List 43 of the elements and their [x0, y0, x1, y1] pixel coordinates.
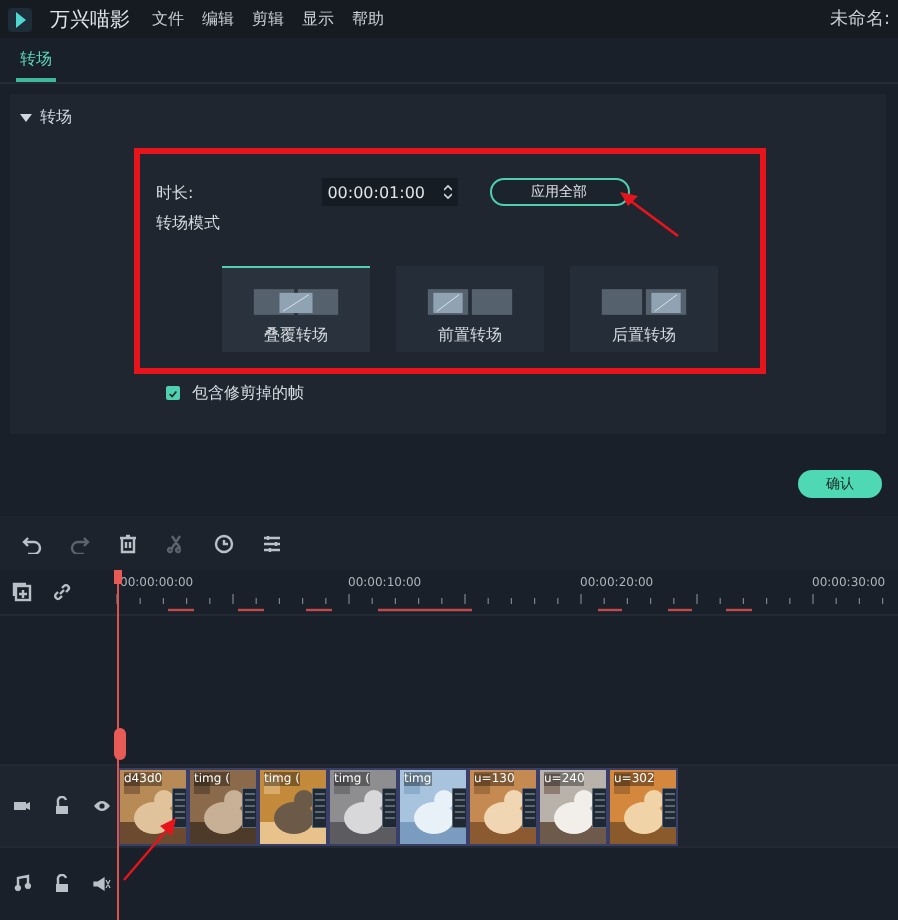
app-name: 万兴喵影 — [50, 7, 130, 33]
transition-icon[interactable] — [592, 787, 606, 827]
transition-mode-option[interactable]: 后置转场 — [570, 266, 718, 352]
add-track-icon[interactable] — [12, 582, 32, 602]
logo-icon — [8, 7, 32, 31]
menu-item[interactable]: 显示 — [302, 8, 334, 30]
transition-mode-option[interactable]: 前置转场 — [396, 266, 544, 352]
transition-icon[interactable] — [522, 787, 536, 827]
project-name: 未命名: — [829, 7, 890, 32]
caret-icon — [20, 111, 32, 123]
menu-item[interactable]: 文件 — [152, 8, 184, 30]
checkbox[interactable] — [166, 386, 180, 400]
trash-icon[interactable] — [118, 533, 138, 553]
scissors-icon[interactable] — [166, 533, 186, 553]
link-icon[interactable] — [52, 582, 72, 602]
transition-icon[interactable] — [382, 787, 396, 827]
annotation-arrow — [120, 816, 180, 884]
tab[interactable]: 转场 — [16, 38, 56, 82]
menu-item[interactable]: 编辑 — [202, 8, 234, 30]
transition-icon[interactable] — [452, 787, 466, 827]
menu-item[interactable]: 剪辑 — [252, 8, 284, 30]
transition-icon[interactable] — [662, 787, 676, 827]
lock-icon[interactable] — [52, 796, 72, 816]
mode-label: 转场模式 — [156, 212, 220, 234]
stepper-icon[interactable] — [443, 184, 452, 200]
duration-label: 时长: — [156, 181, 194, 203]
undo-icon[interactable] — [22, 533, 42, 553]
checkbox-label: 包含修剪掉的帧 — [192, 382, 304, 404]
annotation-arrow — [616, 188, 684, 240]
duration-field[interactable]: 00:00:01:00 — [321, 178, 458, 206]
video-track-icon[interactable] — [12, 796, 32, 816]
redo-icon[interactable] — [70, 533, 90, 553]
sliders-icon[interactable] — [262, 533, 282, 553]
transition-icon[interactable] — [172, 787, 186, 827]
transition-mode-option[interactable]: 叠覆转场 — [222, 266, 370, 352]
transition-icon[interactable] — [312, 787, 326, 827]
clock-icon[interactable] — [214, 533, 234, 553]
eye-icon[interactable] — [92, 796, 112, 816]
section-header[interactable]: 转场 — [10, 102, 82, 132]
speaker-icon[interactable] — [92, 873, 112, 893]
music-track-icon[interactable] — [12, 873, 32, 893]
menu-item[interactable]: 帮助 — [352, 8, 384, 30]
lock-icon[interactable] — [52, 873, 72, 893]
